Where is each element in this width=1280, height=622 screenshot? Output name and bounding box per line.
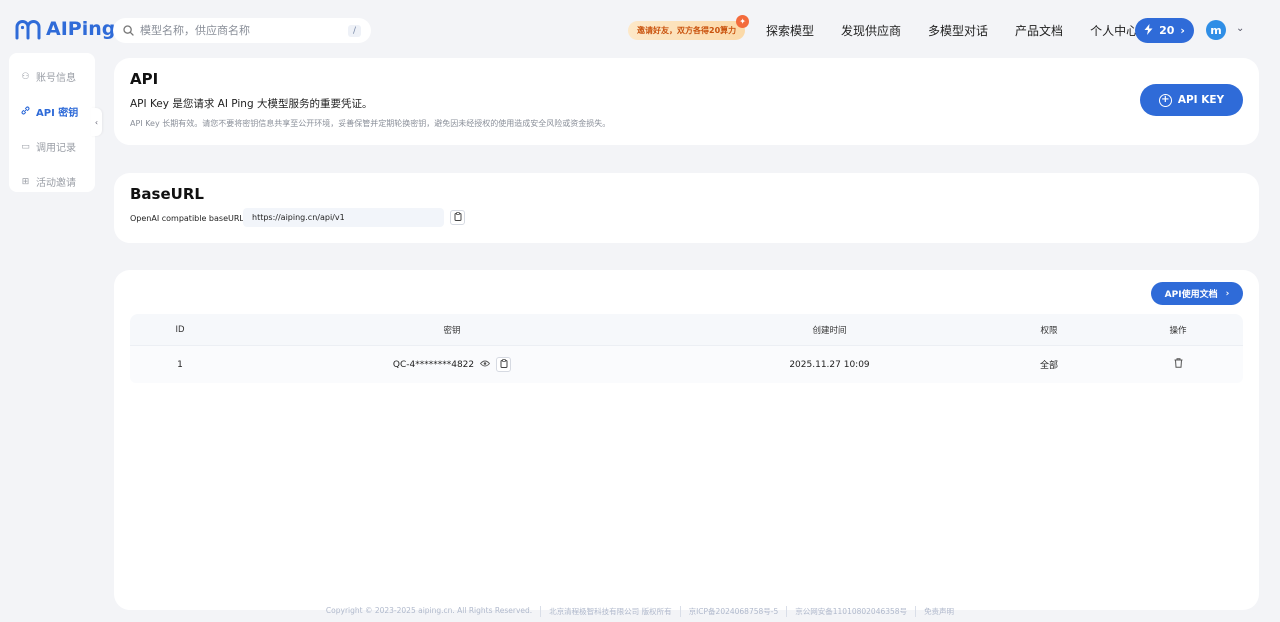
cell-id: 1	[177, 359, 183, 370]
api-card-note: API Key 长期有效。请您不要将密钥信息共享至公开环境，妥善保管并定期轮换密…	[130, 119, 611, 128]
logo-icon	[15, 20, 41, 40]
sidebar-item-invites[interactable]: ⊞ 活动邀请	[9, 164, 95, 199]
search-icon	[123, 21, 134, 40]
copy-icon	[500, 359, 508, 370]
cell-actions	[1113, 358, 1243, 371]
nav-providers[interactable]: 发现供应商	[841, 22, 901, 39]
copy-key-button[interactable]	[496, 357, 512, 372]
users-icon: ⚇	[21, 71, 30, 82]
copy-baseurl-button[interactable]	[450, 210, 465, 225]
footer: Copyright © 2023-2025 aiping.cn. All Rig…	[0, 606, 1280, 617]
trash-icon[interactable]	[1174, 358, 1183, 371]
sidebar-item-label: 账号信息	[36, 73, 76, 84]
api-card-title: API	[130, 70, 159, 88]
api-keys-card: API使用文档 › ID 密钥 创建时间 权限 操作 1 QC-4*******…	[114, 270, 1259, 610]
masked-key: QC-4********4822	[392, 359, 475, 370]
eye-icon[interactable]	[480, 360, 491, 370]
sidebar-item-api-key[interactable]: API 密钥	[9, 94, 95, 129]
sidebar-item-account[interactable]: ⚇ 账号信息	[9, 59, 95, 94]
chevron-right-icon: ›	[1225, 288, 1230, 299]
credits-count: 20	[1159, 24, 1175, 37]
sidebar-item-call-logs[interactable]: ▭ 调用记录	[9, 129, 95, 164]
api-card: API API Key 是您请求 AI Ping 大模型服务的重要凭证。 API…	[114, 58, 1259, 145]
table-row: 1 QC-4********4822 2025.11.27 10:09 全部	[130, 346, 1243, 383]
nav-multi-chat[interactable]: 多模型对话	[928, 22, 988, 39]
avatar[interactable]: m	[1206, 20, 1226, 40]
nav-personal-center[interactable]: 个人中心	[1090, 22, 1138, 39]
chevron-left-icon: ‹	[94, 117, 99, 127]
api-card-description: API Key 是您请求 AI Ping 大模型服务的重要凭证。	[130, 98, 373, 110]
chevron-down-icon[interactable]: ⌄	[1236, 23, 1244, 34]
cell-created: 2025.11.27 10:09	[789, 359, 870, 370]
plus-circle-icon: +	[1158, 93, 1172, 107]
column-header-id: ID	[175, 324, 185, 335]
sidebar-collapse-button[interactable]: ‹	[91, 108, 102, 136]
search-input[interactable]	[140, 24, 342, 37]
footer-disclaimer-link[interactable]: 免责声明	[915, 606, 962, 617]
sidebar-item-label: API 密钥	[36, 108, 79, 119]
sparkle-icon: ✦	[736, 15, 750, 28]
nav-explore-models[interactable]: 探索模型	[766, 22, 814, 39]
column-header-permission: 权限	[1040, 325, 1058, 336]
footer-icp[interactable]: 京ICP备2024068758号-5	[679, 606, 787, 617]
footer-company: 北京清程极智科技有限公司 版权所有	[540, 606, 679, 617]
api-docs-label: API使用文档	[1164, 290, 1218, 300]
baseurl-card: BaseURL OpenAI compatible baseURL: https…	[114, 173, 1259, 243]
logo[interactable]: AIPing	[14, 18, 115, 40]
column-header-key: 密钥	[443, 325, 461, 336]
nav-docs[interactable]: 产品文档	[1015, 22, 1063, 39]
sidebar: ⚇ 账号信息 API 密钥 ▭ 调用记录 ⊞ 活动邀请	[9, 53, 95, 192]
baseurl-label: OpenAI compatible baseURL:	[130, 214, 247, 223]
footer-copyright: Copyright © 2023-2025 aiping.cn. All Rig…	[325, 606, 533, 615]
top-header: AIPing / 邀请好友，双方各得20算力 ✦ 探索模型 发现供应商 多模型对…	[0, 0, 1280, 60]
cell-permission: 全部	[1039, 361, 1058, 371]
chevron-right-icon: ›	[1180, 24, 1185, 37]
table-header: ID 密钥 创建时间 权限 操作	[130, 314, 1243, 346]
lightning-icon	[1144, 23, 1153, 38]
footer-police-record[interactable]: 京公网安备11010802046358号	[786, 606, 915, 617]
column-header-created: 创建时间	[812, 325, 847, 336]
invite-promo-button[interactable]: 邀请好友，双方各得20算力 ✦	[628, 15, 750, 40]
gift-icon: ⊞	[21, 176, 30, 187]
document-icon: ▭	[21, 141, 30, 152]
sidebar-item-label: 调用记录	[36, 143, 76, 154]
api-keys-table: ID 密钥 创建时间 权限 操作 1 QC-4********4822 2025…	[130, 314, 1243, 383]
credits-button[interactable]: 20 ›	[1135, 18, 1194, 43]
search-box[interactable]: /	[113, 18, 371, 43]
promo-text: 邀请好友，双方各得20算力	[637, 26, 737, 35]
api-docs-button[interactable]: API使用文档 ›	[1151, 282, 1243, 305]
sidebar-item-label: 活动邀请	[36, 178, 76, 189]
baseurl-card-title: BaseURL	[130, 185, 204, 203]
column-header-actions: 操作	[1169, 325, 1187, 336]
main-nav: 探索模型 发现供应商 多模型对话 产品文档 个人中心	[766, 22, 1138, 39]
create-api-key-label: API KEY	[1177, 94, 1225, 106]
copy-icon	[454, 212, 462, 223]
create-api-key-button[interactable]: + API KEY	[1140, 84, 1243, 116]
cell-key: QC-4********4822	[230, 357, 674, 372]
baseurl-field[interactable]: https://aiping.cn/api/v1	[243, 208, 444, 227]
logo-text: AIPing	[46, 18, 116, 40]
search-shortcut: /	[347, 24, 361, 37]
link-icon	[21, 106, 30, 118]
